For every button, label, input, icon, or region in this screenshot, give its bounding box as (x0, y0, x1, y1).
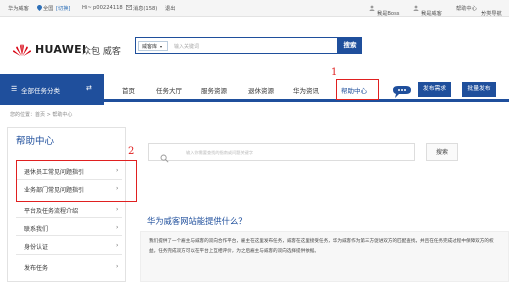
location-pin-icon (37, 5, 42, 13)
annotation-label-2: 2 (128, 146, 135, 157)
nav-home[interactable]: 首页 (122, 85, 135, 95)
menu-icon: ☰ (11, 85, 18, 93)
sidebar-item-contact-us[interactable]: 联系我们 (24, 224, 48, 233)
answer-text: 我们提供了一个雇主与威客的双向合作平台，雇主在这里发布任务，威客在这里接受任务，… (149, 239, 494, 254)
chat-bubble-icon (391, 84, 413, 98)
sidebar-title: 帮助中心 (16, 136, 55, 147)
help-sidebar (7, 127, 126, 282)
i-am-weike-label: 我是威客 (421, 11, 442, 17)
sidebar-divider (16, 254, 122, 255)
annotation-box-2 (16, 160, 137, 202)
all-task-categories-button[interactable]: ☰ 全部任务分类 ⇄ (0, 74, 104, 105)
chevron-right-icon: › (116, 242, 119, 249)
weike-icon (413, 5, 419, 13)
batch-publish-button[interactable]: 批量发布 (462, 82, 496, 97)
top-utility-bar: 华为威客 全国 [切换] Hi~ p00224118 消息(158) 退出 我是… (0, 0, 509, 17)
top-help-center-link[interactable]: 帮助中心 (456, 5, 477, 12)
publish-demand-button[interactable]: 发布需求 (418, 82, 451, 97)
search-icon (160, 148, 169, 163)
sidebar-item-platform-intro[interactable]: 平台及任务流程介绍 (24, 206, 78, 215)
breadcrumb: 您的位置：首页 > 帮助中心 (10, 112, 73, 118)
question-title: 华为威客网站能提供什么？ (147, 216, 247, 226)
category-nav-label: 分类导航 (481, 11, 502, 17)
sidebar-divider (16, 217, 122, 218)
nav-retiree-resources[interactable]: 退休资源 (248, 85, 274, 95)
search-category-value: 威客库 (142, 44, 158, 50)
location-text: 全国 (43, 6, 54, 12)
logo-subtitle: 众包 威客 (82, 47, 121, 57)
chevron-down-icon: ▾ (160, 44, 163, 49)
search-category-select[interactable]: 威客库 ▾ (138, 41, 168, 51)
boss-icon (369, 5, 375, 13)
header-search-button[interactable]: 搜索 (338, 37, 362, 54)
header-search-input[interactable]: 输入关键词 (174, 43, 199, 50)
user-id[interactable]: p00224118 (93, 5, 123, 11)
sidebar-item-publish-task[interactable]: 发布任务 (24, 263, 48, 272)
huawei-logo-icon[interactable] (11, 42, 33, 57)
mail-icon (126, 5, 133, 12)
chevron-down-icon: ▾ (422, 10, 425, 15)
greeting-text: Hi~ (82, 5, 92, 11)
messages-link[interactable]: 消息(158) (133, 5, 157, 12)
chevron-right-icon: › (116, 224, 119, 231)
logo-text[interactable]: HUAWEI (35, 43, 86, 56)
help-search-button[interactable]: 搜索 (426, 143, 458, 161)
location-switch-link[interactable]: [切换] (56, 5, 70, 12)
chevron-down-icon: ▾ (482, 10, 485, 15)
annotation-box-1 (336, 79, 379, 100)
chevron-right-icon: › (116, 263, 119, 270)
sidebar-divider (16, 235, 122, 236)
logout-link[interactable]: 退出 (165, 5, 175, 12)
chevron-right-icon: › (116, 206, 119, 213)
chevron-down-icon: ▾ (378, 10, 381, 15)
header-search-box: 威客库 ▾ 输入关键词 (135, 37, 338, 54)
nav-task-hall[interactable]: 任务大厅 (156, 85, 182, 95)
help-search-placeholder: 输入你需要查找的指南或问题关键字 (186, 150, 254, 155)
sidebar-item-identity-verification[interactable]: 身份认证 (24, 242, 48, 251)
nav-huawei-news[interactable]: 华为资讯 (293, 85, 319, 95)
nav-service-resources[interactable]: 服务资源 (201, 85, 227, 95)
annotation-label-1: 1 (331, 67, 338, 78)
i-am-boss-label: 我是Boss (377, 11, 400, 17)
swap-icon: ⇄ (86, 84, 92, 92)
site-name[interactable]: 华为威客 (8, 5, 29, 12)
all-task-categories-label: 全部任务分类 (21, 87, 60, 95)
